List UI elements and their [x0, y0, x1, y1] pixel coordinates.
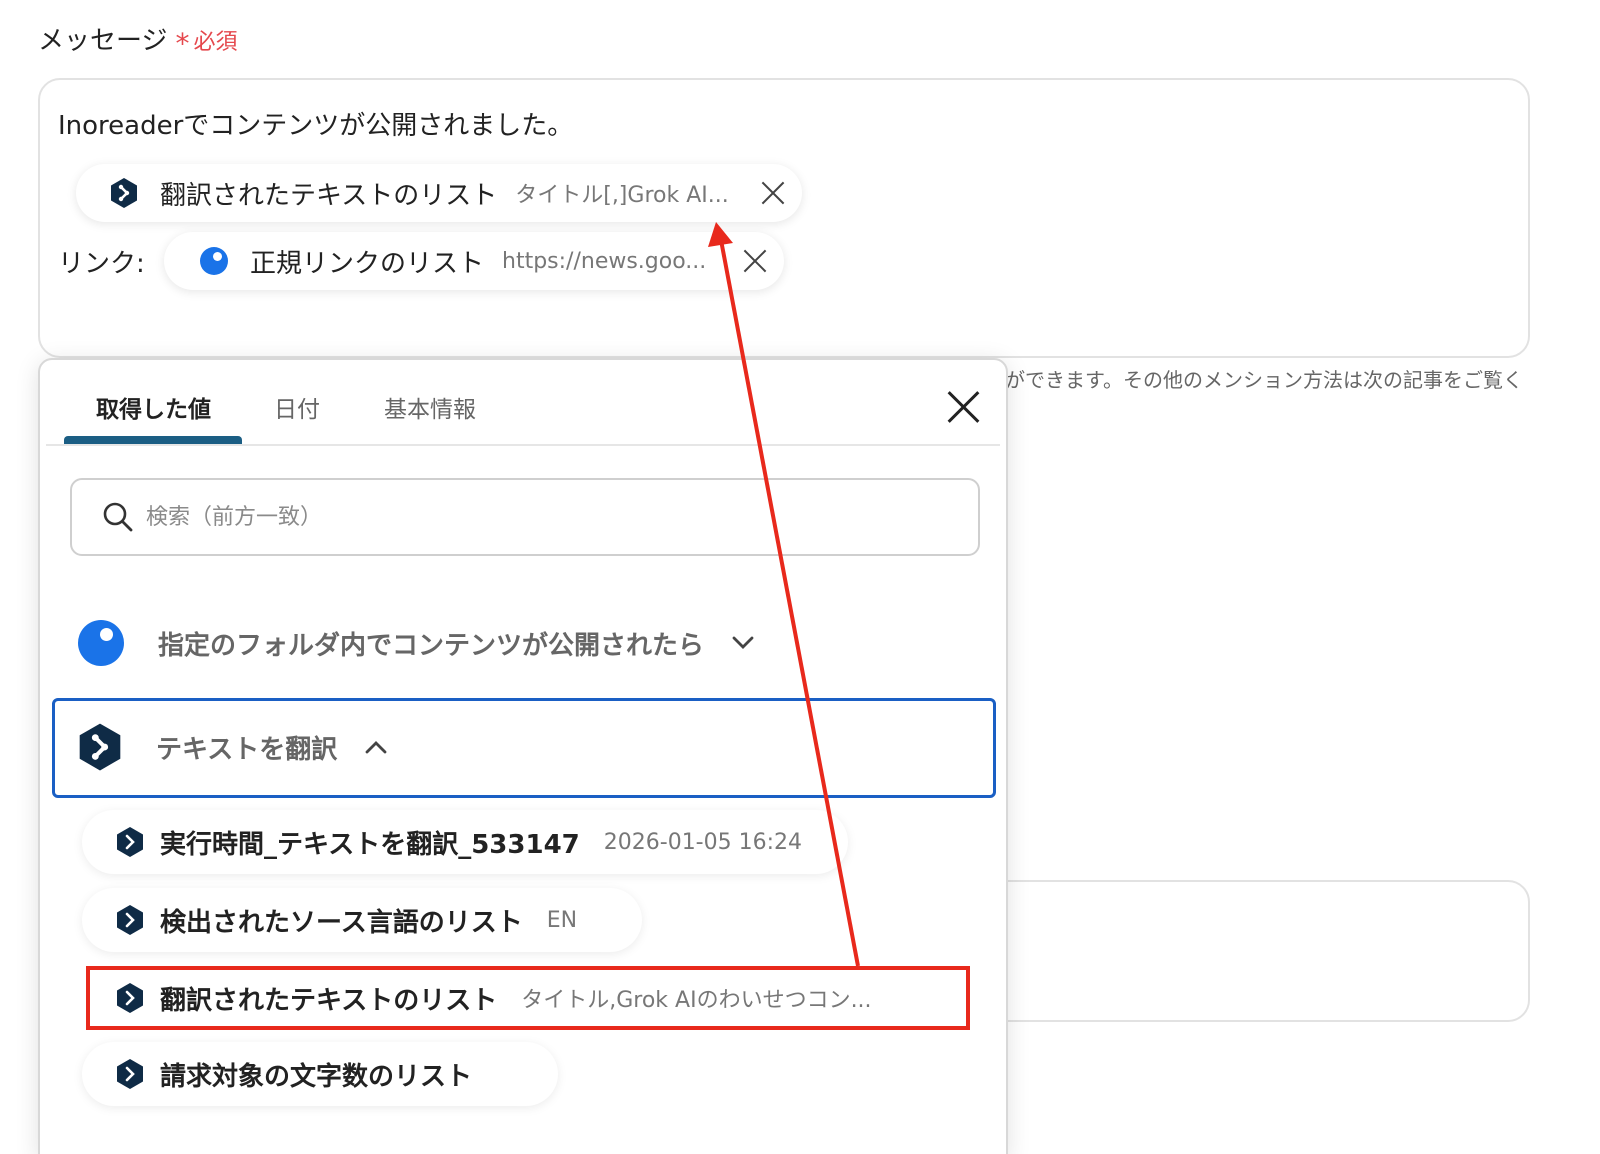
background-field — [940, 880, 1530, 1022]
tab-date[interactable]: 日付 — [274, 390, 320, 424]
inoreader-dot-icon — [78, 620, 124, 666]
item-value: EN — [546, 907, 578, 933]
deepl-hex-icon — [111, 178, 137, 208]
list-item[interactable]: 請求対象の文字数のリスト — [82, 1042, 558, 1106]
group-translate-text[interactable]: テキストを翻訳 — [78, 722, 387, 772]
required-mark: * — [175, 27, 190, 60]
chevron-up-icon — [365, 741, 387, 754]
highlight-box — [86, 966, 970, 1030]
item-name: 請求対象の文字数のリスト — [160, 1061, 473, 1092]
item-value: 2026-01-05 16:24 — [603, 829, 803, 855]
item-name: 実行時間_テキストを翻訳_533147 — [160, 829, 580, 860]
mention-hint-text: ができます。その他のメンション方法は次の記事をご覧く — [1005, 368, 1523, 392]
chip-value: https://news.goo... — [502, 248, 707, 274]
search-icon — [103, 502, 133, 532]
group-title: 指定のフォルダ内でコンテンツが公開されたら — [158, 630, 705, 661]
close-panel-button[interactable] — [946, 390, 980, 424]
group-title: テキストを翻訳 — [156, 734, 338, 765]
message-field-label: メッセージ * 必須 — [38, 20, 238, 60]
chip-value: タイトル[,]Grok AI... — [515, 183, 729, 208]
inoreader-dot-icon — [200, 247, 228, 275]
tab-basic-info[interactable]: 基本情報 — [384, 390, 476, 424]
variable-chip-canonical-link[interactable]: 正規リンクのリスト https://news.goo... — [164, 232, 784, 290]
tab-retrieved-values[interactable]: 取得した値 — [96, 390, 211, 424]
group-inoreader-trigger[interactable]: 指定のフォルダ内でコンテンツが公開されたら — [78, 620, 754, 666]
list-item[interactable]: 検出されたソース言語のリスト EN — [82, 888, 642, 952]
tab-bar: 取得した値 日付 基本情報 — [46, 360, 1000, 446]
chip-remove-icon[interactable] — [760, 180, 786, 206]
deepl-hex-icon — [79, 723, 121, 771]
variable-picker-panel: 取得した値 日付 基本情報 指定のフォルダ内でコンテンツが公開されたら テキスト… — [38, 358, 1008, 1154]
search-box[interactable] — [70, 478, 980, 556]
field-label-text: メッセージ — [38, 26, 168, 56]
variable-chip-translated-text[interactable]: 翻訳されたテキストのリスト タイトル[,]Grok AI... — [76, 164, 802, 222]
deepl-hex-icon — [117, 905, 143, 935]
active-tab-indicator — [64, 436, 242, 444]
chip-remove-icon[interactable] — [742, 248, 768, 274]
link-label: リンク: — [58, 249, 145, 279]
message-line-1: Inoreaderでコンテンツが公開されました。 — [58, 111, 574, 141]
deepl-hex-icon — [117, 827, 143, 857]
required-badge: * 必須 — [175, 23, 238, 60]
item-name: 検出されたソース言語のリスト — [160, 907, 523, 938]
chip-name: 正規リンクのリスト — [250, 248, 485, 279]
chip-name: 翻訳されたテキストのリスト — [160, 180, 498, 211]
deepl-hex-icon — [117, 1059, 143, 1089]
list-item[interactable]: 実行時間_テキストを翻訳_533147 2026-01-05 16:24 — [82, 810, 848, 874]
search-input[interactable] — [146, 504, 846, 530]
chevron-down-icon — [732, 636, 754, 649]
required-text: 必須 — [193, 30, 238, 55]
